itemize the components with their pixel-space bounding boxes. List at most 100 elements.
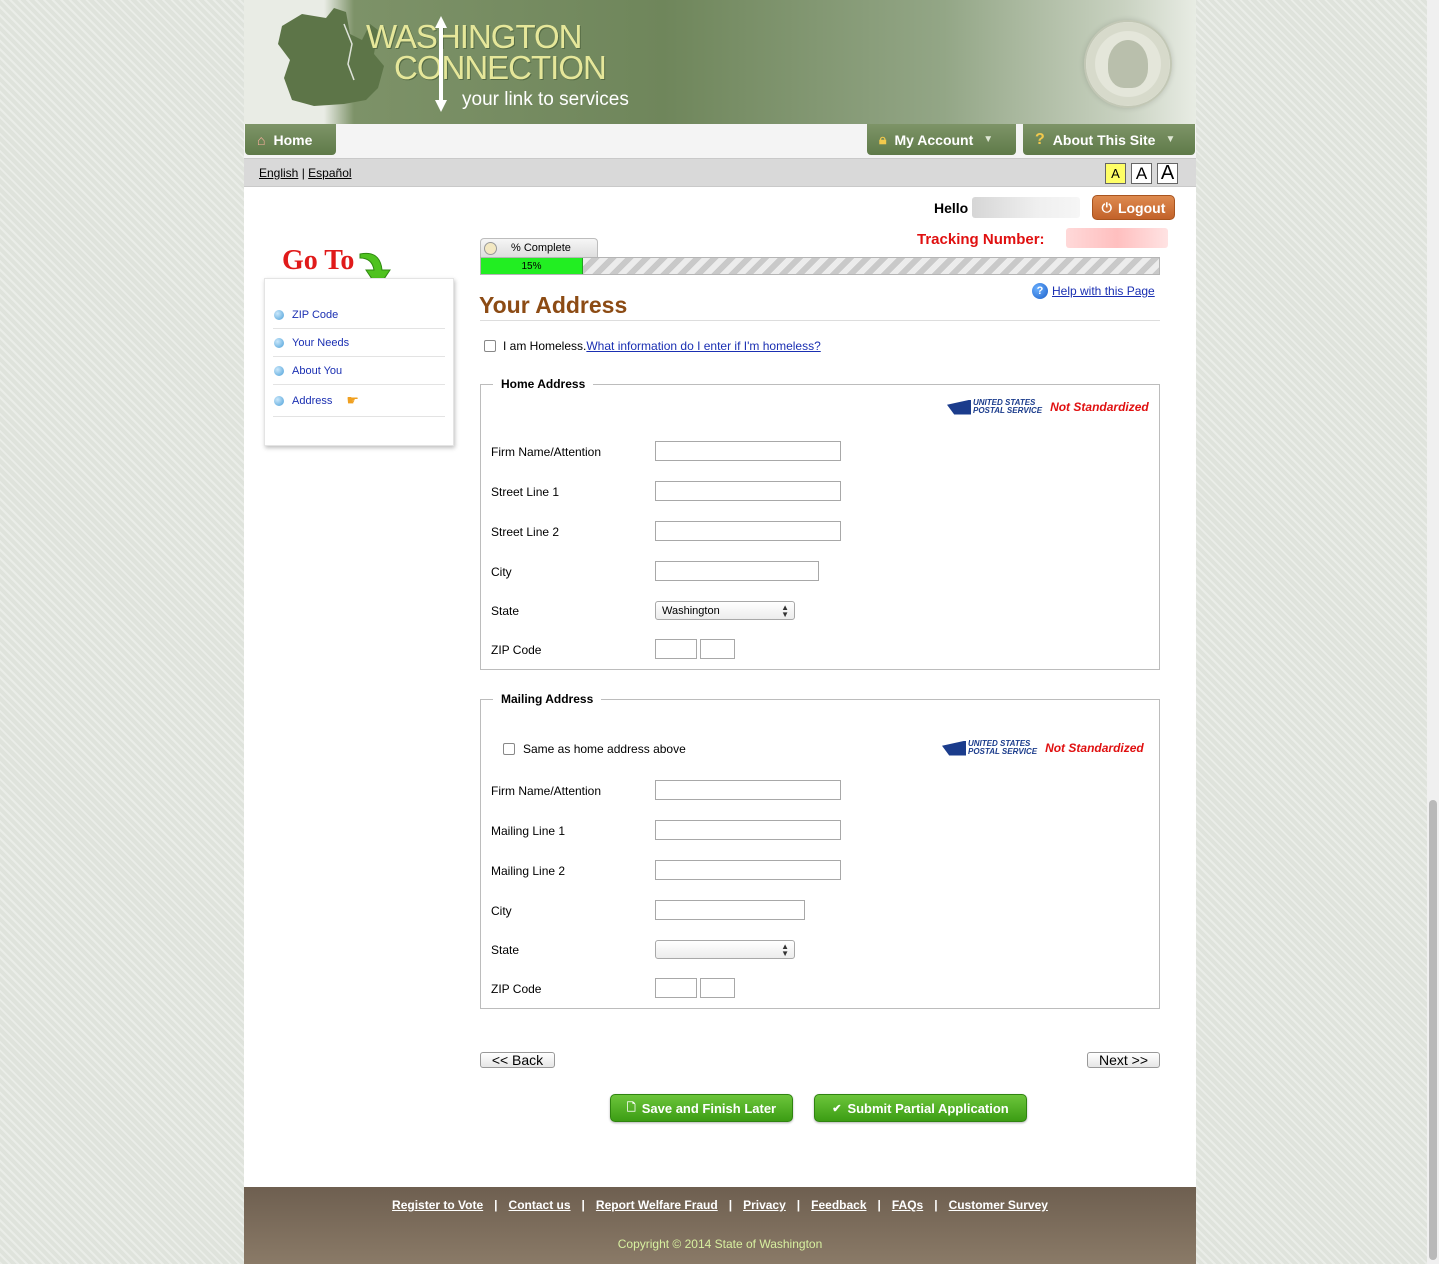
home-city-input[interactable] (655, 561, 819, 581)
pointing-hand-icon: ☛ (346, 392, 359, 408)
same-as-home-checkbox[interactable] (503, 743, 515, 755)
home-state-select[interactable]: Washington ▲ ▼ (655, 601, 795, 620)
usps-logo: UNITED STATES POSTAL SERVICE (942, 740, 1037, 756)
usps-logo-text: UNITED STATES POSTAL SERVICE (973, 399, 1042, 415)
logo-tagline: your link to services (462, 89, 629, 110)
usps-status: UNITED STATES POSTAL SERVICE Not Standar… (947, 399, 1149, 415)
next-button[interactable]: Next >> (1087, 1052, 1160, 1068)
nav-home-tab[interactable]: ⌂ Home (245, 124, 336, 155)
state-seal-icon (1084, 20, 1172, 108)
bullet-icon (274, 395, 284, 406)
footer-link-customer-survey[interactable]: Customer Survey (949, 1198, 1048, 1212)
help-link[interactable]: Help with this Page (1052, 284, 1155, 298)
hello-label: Hello (934, 200, 969, 216)
mail-state-select[interactable]: ▲ ▼ (655, 940, 795, 959)
home-street-line-2-input[interactable] (655, 521, 841, 541)
font-small-button[interactable]: A (1105, 163, 1126, 184)
language-bar: English | Español A A A (244, 158, 1196, 187)
nav-my-account-tab[interactable]: 🔒︎ My Account ▼ (867, 124, 1016, 155)
footer-link-register-to-vote[interactable]: Register to Vote (392, 1198, 483, 1212)
title-divider (480, 320, 1160, 321)
zip-code-label: ZIP Code (491, 643, 542, 657)
submit-partial-application-button[interactable]: ✔ Submit Partial Application (814, 1094, 1027, 1122)
homeless-info-link[interactable]: What information do I enter if I'm homel… (586, 339, 820, 353)
footer-link-report-welfare-fraud[interactable]: Report Welfare Fraud (596, 1198, 718, 1212)
usps-logo: UNITED STATES POSTAL SERVICE (947, 399, 1042, 415)
bullet-icon (274, 365, 284, 376)
mailing-line-2-input[interactable] (655, 860, 841, 880)
sidebar-item-label: Address (292, 394, 333, 407)
home-zip-ext-input[interactable] (700, 639, 735, 659)
scrollbar-thumb[interactable] (1429, 800, 1437, 1260)
mail-firm-name-input[interactable] (655, 780, 841, 800)
power-icon: ⏻ (1101, 199, 1112, 215)
logo-arrow-icon (435, 16, 447, 112)
footer-link-privacy[interactable]: Privacy (743, 1198, 786, 1212)
mailing-address-legend: Mailing Address (493, 692, 602, 706)
logout-label: Logout (1117, 199, 1166, 216)
home-icon: ⌂ (257, 131, 266, 148)
home-firm-name-input[interactable] (655, 441, 841, 461)
main-nav: ⌂ Home 🔒︎ My Account ▼ ? About This Site… (244, 124, 1196, 158)
checkmark-icon: ✔ (832, 1102, 842, 1115)
copyright: Copyright © 2014 State of Washington (617, 1237, 823, 1251)
home-street-line-1-input[interactable] (655, 481, 841, 501)
footer-link-feedback[interactable]: Feedback (811, 1198, 866, 1212)
lock-icon: 🔒︎ (879, 131, 887, 147)
english-link[interactable]: English (259, 166, 298, 180)
sidebar-item-zip-code[interactable]: ZIP Code (273, 301, 445, 329)
chevron-down-icon: ▼ (1165, 134, 1176, 145)
scrollbar[interactable] (1427, 0, 1439, 1264)
firm-name-label: Firm Name/Attention (491, 784, 602, 798)
spanish-link[interactable]: Español (308, 166, 351, 180)
nav-about-label: About This Site (1052, 131, 1156, 148)
state-label: State (491, 604, 520, 618)
mail-zip-input[interactable] (655, 978, 697, 998)
homeless-row: I am Homeless. What information do I ent… (484, 339, 821, 353)
homeless-label: I am Homeless. (503, 339, 587, 353)
mailing-line-1-input[interactable] (655, 820, 841, 840)
nav-home-label: Home (273, 131, 313, 148)
usps-status: UNITED STATES POSTAL SERVICE Not Standar… (942, 740, 1144, 756)
document-icon: 🗋 (626, 1101, 636, 1114)
site-logo[interactable]: WASHINGTON CONNECTION your link to servi… (366, 20, 629, 109)
redacted-username (972, 197, 1080, 218)
sidebar-item-about-you[interactable]: About You (273, 357, 445, 385)
language-links: English | Español (259, 166, 352, 180)
font-large-button[interactable]: A (1157, 162, 1178, 184)
footer-separator: | (581, 1198, 585, 1212)
sidebar-item-label: Your Needs (292, 336, 350, 349)
homeless-checkbox[interactable] (484, 340, 496, 352)
nav-about-tab[interactable]: ? About This Site ▼ (1023, 124, 1195, 155)
submit-label: Submit Partial Application (847, 1100, 1009, 1116)
font-medium-button[interactable]: A (1131, 163, 1152, 184)
footer-link-contact-us[interactable]: Contact us (509, 1198, 571, 1212)
sidebar-item-label: About You (292, 364, 343, 377)
footer-separator: | (877, 1198, 881, 1212)
footer-separator: | (934, 1198, 938, 1212)
help-with-page[interactable]: ? Help with this Page (1032, 283, 1155, 299)
header-banner: WASHINGTON CONNECTION your link to servi… (244, 0, 1196, 124)
save-label: Save and Finish Later (641, 1100, 777, 1116)
mail-zip-ext-input[interactable] (700, 978, 735, 998)
usps-line-2: POSTAL SERVICE (968, 747, 1038, 756)
standardization-status: Not Standardized (1045, 741, 1144, 755)
tracking-number-label: Tracking Number: (917, 231, 1045, 248)
logout-button[interactable]: ⏻ Logout (1092, 195, 1175, 220)
home-address-legend: Home Address (493, 377, 594, 391)
progress-label: % Complete (511, 242, 571, 254)
street-line-2-label: Street Line 2 (491, 525, 560, 539)
goto-panel: ZIP Code Your Needs About You Address ☛ (264, 278, 454, 446)
footer-link-faqs[interactable]: FAQs (892, 1198, 923, 1212)
back-button[interactable]: << Back (480, 1052, 555, 1068)
standardization-status: Not Standardized (1050, 400, 1149, 414)
sidebar-item-address[interactable]: Address ☛ (273, 385, 445, 417)
mailing-line-2-label: Mailing Line 2 (491, 864, 566, 878)
mail-city-input[interactable] (655, 900, 805, 920)
home-zip-input[interactable] (655, 639, 697, 659)
sidebar-item-your-needs[interactable]: Your Needs (273, 329, 445, 357)
footer-separator: | (728, 1198, 733, 1212)
question-icon: ? (1035, 130, 1045, 148)
save-and-finish-later-button[interactable]: 🗋 Save and Finish Later (610, 1094, 793, 1122)
chevron-down-icon: ▼ (983, 134, 994, 145)
